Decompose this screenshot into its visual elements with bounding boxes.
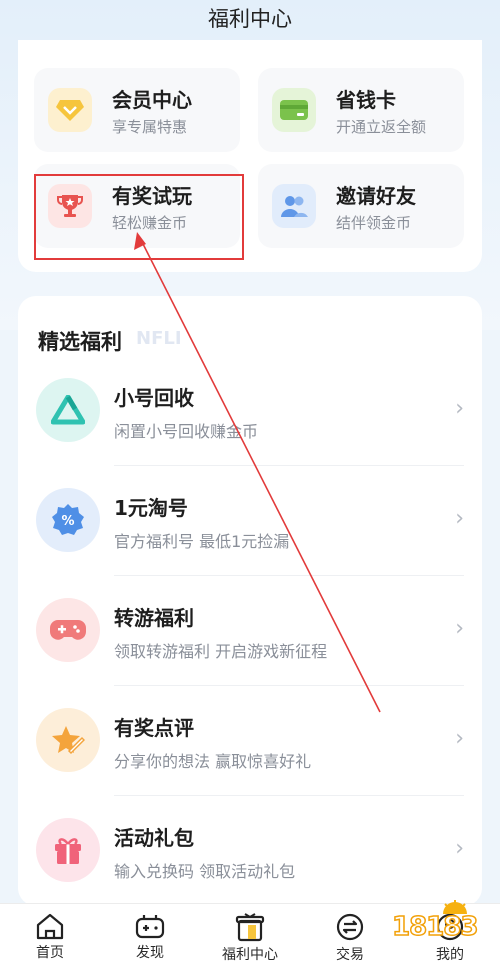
tab-trade[interactable]: 交易 xyxy=(300,910,400,970)
tab-label: 首页 xyxy=(36,945,64,961)
gift-box-icon xyxy=(235,913,265,942)
tab-welfare-center[interactable]: 福利中心 xyxy=(200,910,300,970)
exchange-icon xyxy=(336,913,364,941)
watermark-logo: 18183 xyxy=(391,911,479,943)
annotation-arrow xyxy=(134,232,381,713)
tab-label: 福利中心 xyxy=(222,947,278,963)
tab-label: 我的 xyxy=(436,947,464,963)
gamepad-outline-icon xyxy=(135,915,165,939)
tab-label: 发现 xyxy=(136,945,164,961)
tab-discover[interactable]: 发现 xyxy=(100,910,200,970)
tab-label: 交易 xyxy=(336,947,364,963)
home-icon xyxy=(36,913,64,940)
tab-home[interactable]: 首页 xyxy=(0,910,100,970)
